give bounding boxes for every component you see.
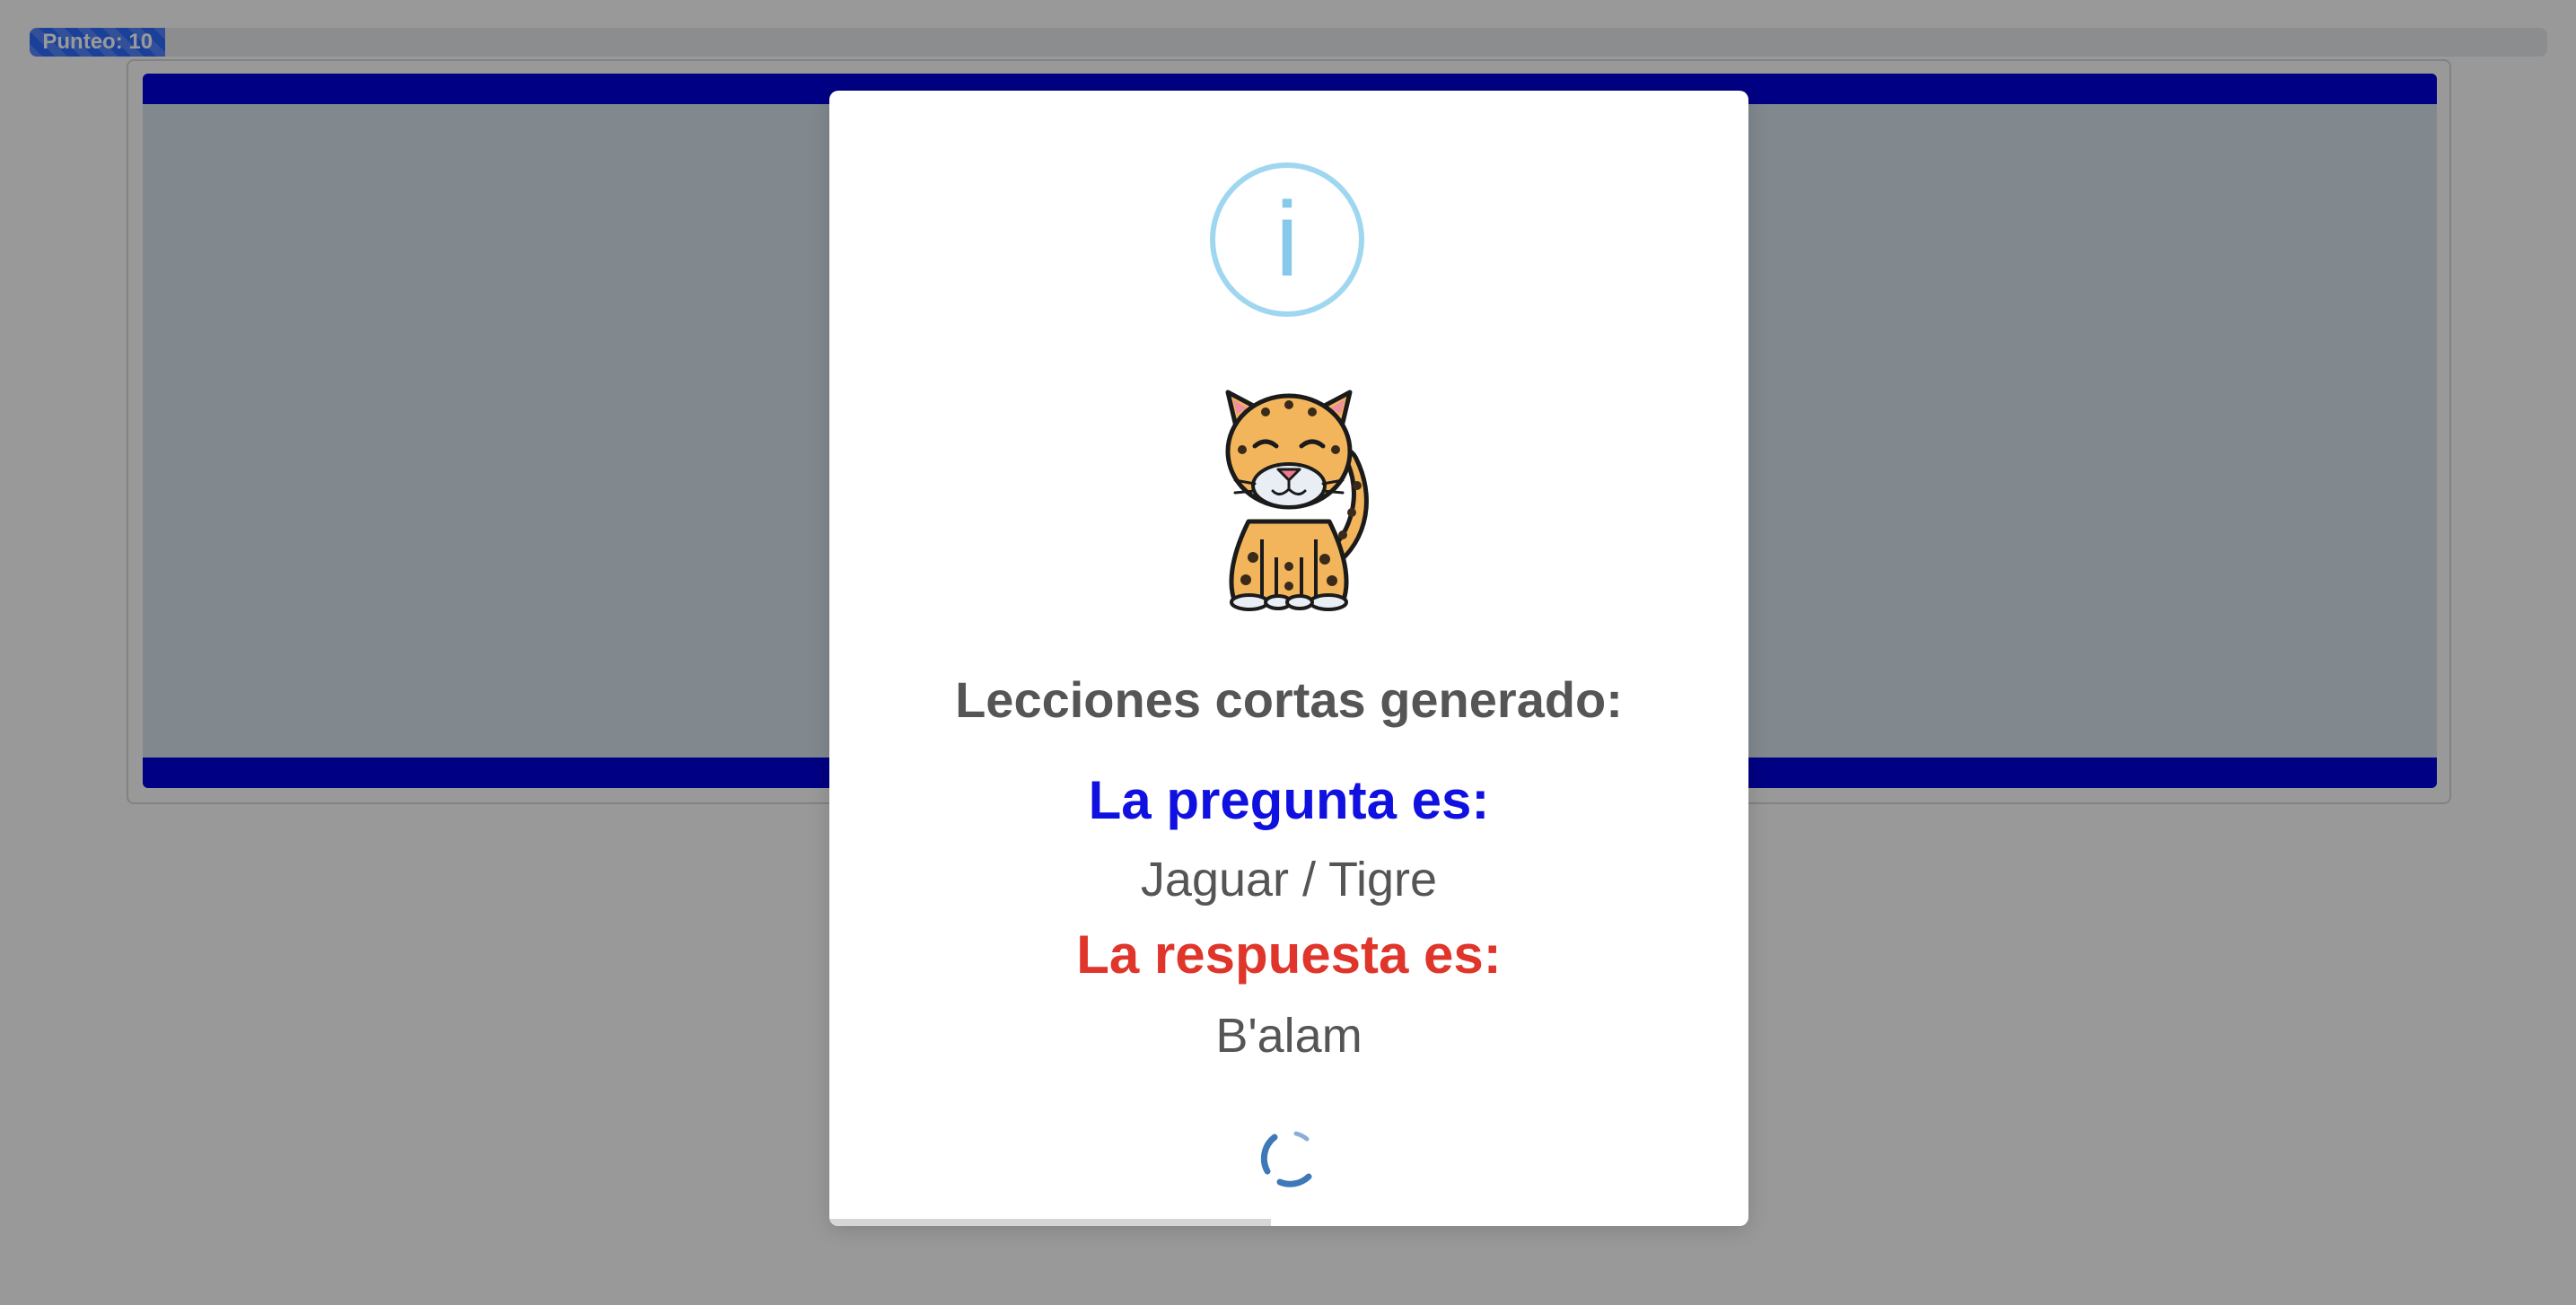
lesson-dialog: i Lecciones cortas generado: La pregunta… (829, 91, 1748, 1226)
page: Punteo: 10 i Lecciones cortas generado: … (0, 0, 2576, 1305)
dialog-title: Lecciones cortas generado: (955, 671, 1623, 728)
question-label: La pregunta es: (1088, 770, 1490, 830)
info-icon: i (1210, 162, 1364, 317)
dialog-timer-bar (829, 1219, 1748, 1226)
answer-label: La respuesta es: (1076, 924, 1502, 985)
dialog-timer-fill (829, 1219, 1271, 1226)
jaguar-icon (1225, 390, 1369, 611)
loading-spinner-icon (1260, 1131, 1312, 1187)
answer-value: B'alam (1215, 1009, 1362, 1063)
question-value: Jaguar / Tigre (1140, 853, 1438, 906)
